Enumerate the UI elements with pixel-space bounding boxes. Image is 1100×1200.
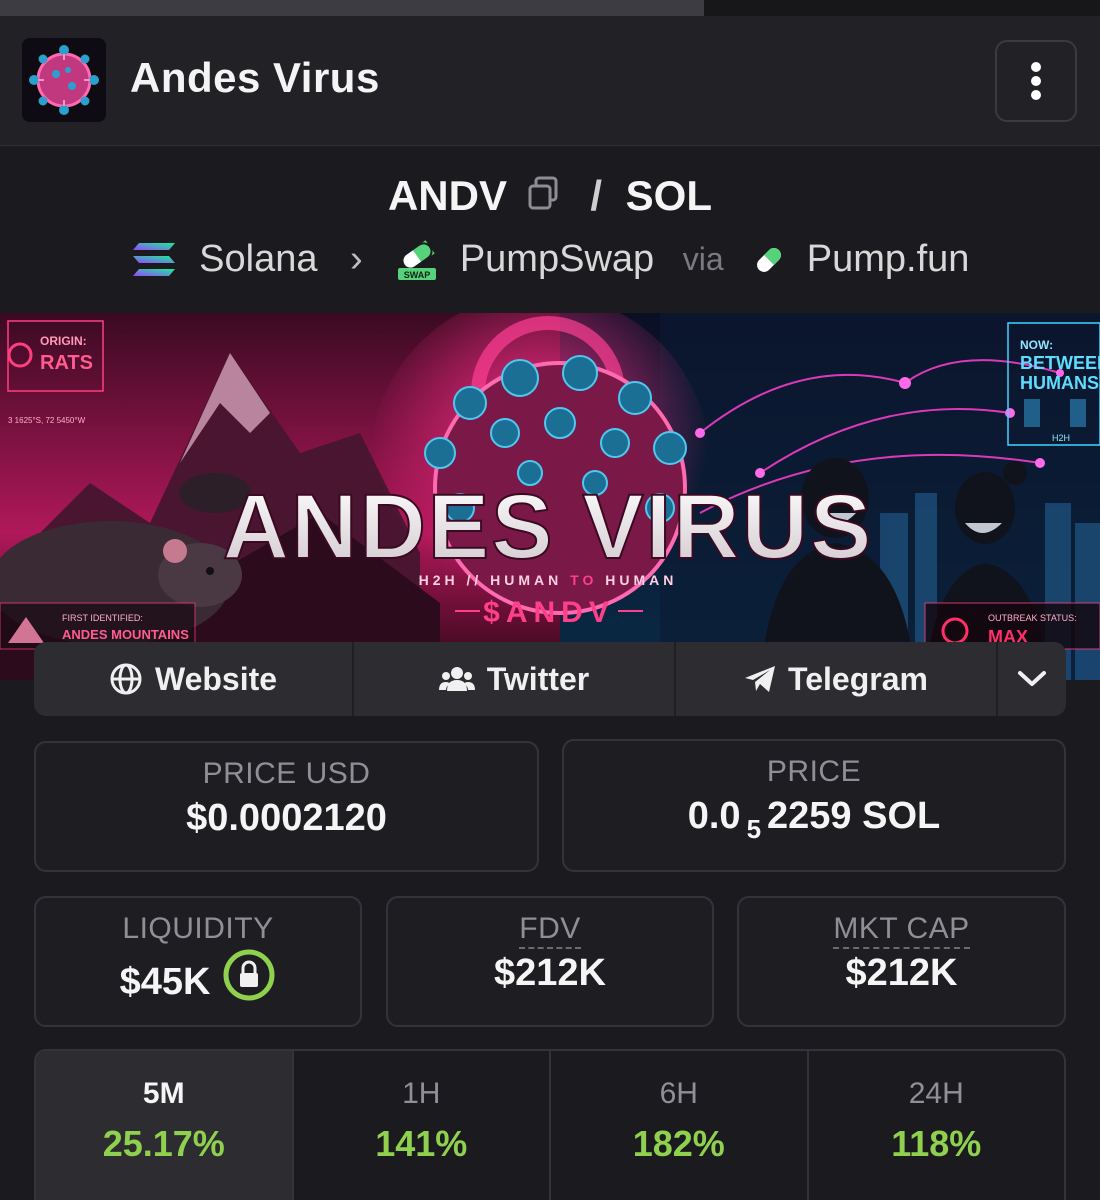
timeframe-label: 1H: [402, 1077, 441, 1110]
via-label: via: [682, 241, 724, 278]
breadcrumb-chevron-icon: ›: [350, 238, 363, 281]
telegram-link-label: Telegram: [788, 660, 928, 697]
banner-origin-value: RATS: [40, 352, 93, 374]
load-progress-bar: [0, 0, 1100, 16]
chain-breadcrumb: Solana › SWAP PumpSwap via Pump.fun: [0, 237, 1100, 282]
timeframe-change-value: 118%: [891, 1123, 982, 1164]
website-link-label: Website: [154, 660, 278, 697]
load-progress-fill: [0, 0, 704, 16]
timeframe-label: 24H: [908, 1077, 964, 1110]
timeframe-change-value: 141%: [375, 1123, 468, 1164]
price-native-prefix: 0.0: [687, 795, 741, 837]
more-links-button[interactable]: [998, 642, 1066, 716]
pair-info: ANDV / SOL Solana › SWAP PumpSwap via Pu…: [0, 147, 1100, 313]
more-vertical-icon: [1031, 62, 1041, 100]
website-link[interactable]: Website: [34, 642, 354, 716]
price-native-unit: SOL: [862, 795, 941, 837]
token-banner-image: ORIGIN: RATS 3 1625°S, 72 5450°W NOW: BE…: [0, 313, 1100, 680]
liquidity-label: LIQUIDITY: [122, 912, 274, 945]
price-native-card: PRICE 0.0 5 2259 SOL: [562, 739, 1066, 872]
base-token-symbol: ANDV: [387, 171, 507, 219]
timeframe-tab-1h[interactable]: 1H 141%: [294, 1051, 551, 1200]
pumpswap-badge-text: SWAP: [404, 270, 431, 280]
liquidity-value: $45K: [119, 961, 211, 1004]
page-title: Andes Virus: [130, 54, 380, 101]
price-native-label: PRICE: [766, 755, 862, 788]
globe-icon: [109, 662, 143, 696]
banner-now-label: NOW:: [1020, 338, 1053, 352]
launchpad-link-pumpfun[interactable]: Pump.fun: [807, 238, 970, 281]
more-options-button[interactable]: [995, 40, 1077, 122]
banner-first-value: ANDES MOUNTAINS: [62, 627, 189, 642]
market-cap-card[interactable]: MKT CAP $212K: [737, 896, 1066, 1027]
banner-h2h-label: H2H: [1052, 433, 1070, 443]
liquidity-card: LIQUIDITY $45K: [34, 896, 362, 1027]
fdv-card[interactable]: FDV $212K: [386, 896, 714, 1027]
banner-title: ANDES VIRUS: [223, 476, 874, 578]
pumpfun-icon: [757, 248, 782, 272]
fdv-value: $212K: [494, 952, 606, 994]
price-change-timeframes: 5M 25.17% 1H 141% 6H 182% 24H 118%: [34, 1049, 1066, 1200]
telegram-link[interactable]: Telegram: [676, 642, 998, 716]
market-cap-value: $212K: [845, 952, 958, 994]
timeframe-tab-6h[interactable]: 6H 182%: [551, 1051, 809, 1200]
banner-ticker: $ANDV: [483, 596, 615, 629]
banner-status-label: OUTBREAK STATUS:: [988, 613, 1077, 623]
price-native-digits: 2259: [767, 795, 852, 837]
quote-token-symbol: SOL: [625, 171, 713, 219]
timeframe-tab-24h[interactable]: 24H 118%: [809, 1051, 1065, 1200]
liquidity-lock-icon[interactable]: [222, 948, 276, 1012]
virus-avatar-icon: [22, 38, 106, 122]
timeframe-label: 5M: [142, 1077, 185, 1110]
price-native-value: 0.0 5 2259 SOL: [564, 795, 1064, 844]
banner-now-value-1: BETWEEN: [1020, 353, 1100, 373]
price-usd-card: PRICE USD $0.0002120: [34, 741, 539, 872]
pair-title: ANDV / SOL: [0, 169, 1100, 220]
chevron-down-icon: [1018, 671, 1046, 686]
banner-origin-label: ORIGIN:: [40, 334, 87, 348]
solana-icon: [132, 242, 175, 276]
timeframe-tab-5m[interactable]: 5M 25.17%: [36, 1051, 294, 1200]
token-avatar: [22, 38, 106, 122]
token-header: Andes Virus: [0, 16, 1100, 146]
pumpswap-icon: SWAP: [398, 240, 437, 280]
twitter-link-label: Twitter: [486, 660, 590, 697]
telegram-send-icon: [744, 665, 776, 693]
dex-link-pumpswap[interactable]: PumpSwap: [460, 238, 654, 281]
price-usd-label: PRICE USD: [202, 757, 371, 790]
price-native-zero-count: 5: [746, 814, 762, 844]
chain-link-solana[interactable]: Solana: [199, 238, 317, 281]
banner-first-label: FIRST IDENTIFIED:: [62, 613, 143, 623]
social-links-bar: Website Twitter Telegram: [34, 642, 1066, 716]
banner-tagline: H2H // HUMAN TO HUMAN: [419, 572, 678, 588]
price-usd-value: $0.0002120: [186, 797, 387, 839]
banner-coords: 3 1625°S, 72 5450°W: [8, 416, 86, 425]
timeframe-change-value: 182%: [632, 1123, 725, 1164]
twitter-link[interactable]: Twitter: [354, 642, 676, 716]
copy-address-icon[interactable]: [527, 172, 559, 220]
timeframe-label: 6H: [659, 1077, 698, 1110]
timeframe-change-value: 25.17%: [102, 1123, 225, 1164]
users-icon: [438, 665, 475, 693]
banner-now-value-2: HUMANS: [1020, 373, 1099, 393]
market-cap-label: MKT CAP: [833, 912, 970, 949]
fdv-label: FDV: [519, 912, 581, 949]
pair-separator: /: [590, 171, 602, 219]
